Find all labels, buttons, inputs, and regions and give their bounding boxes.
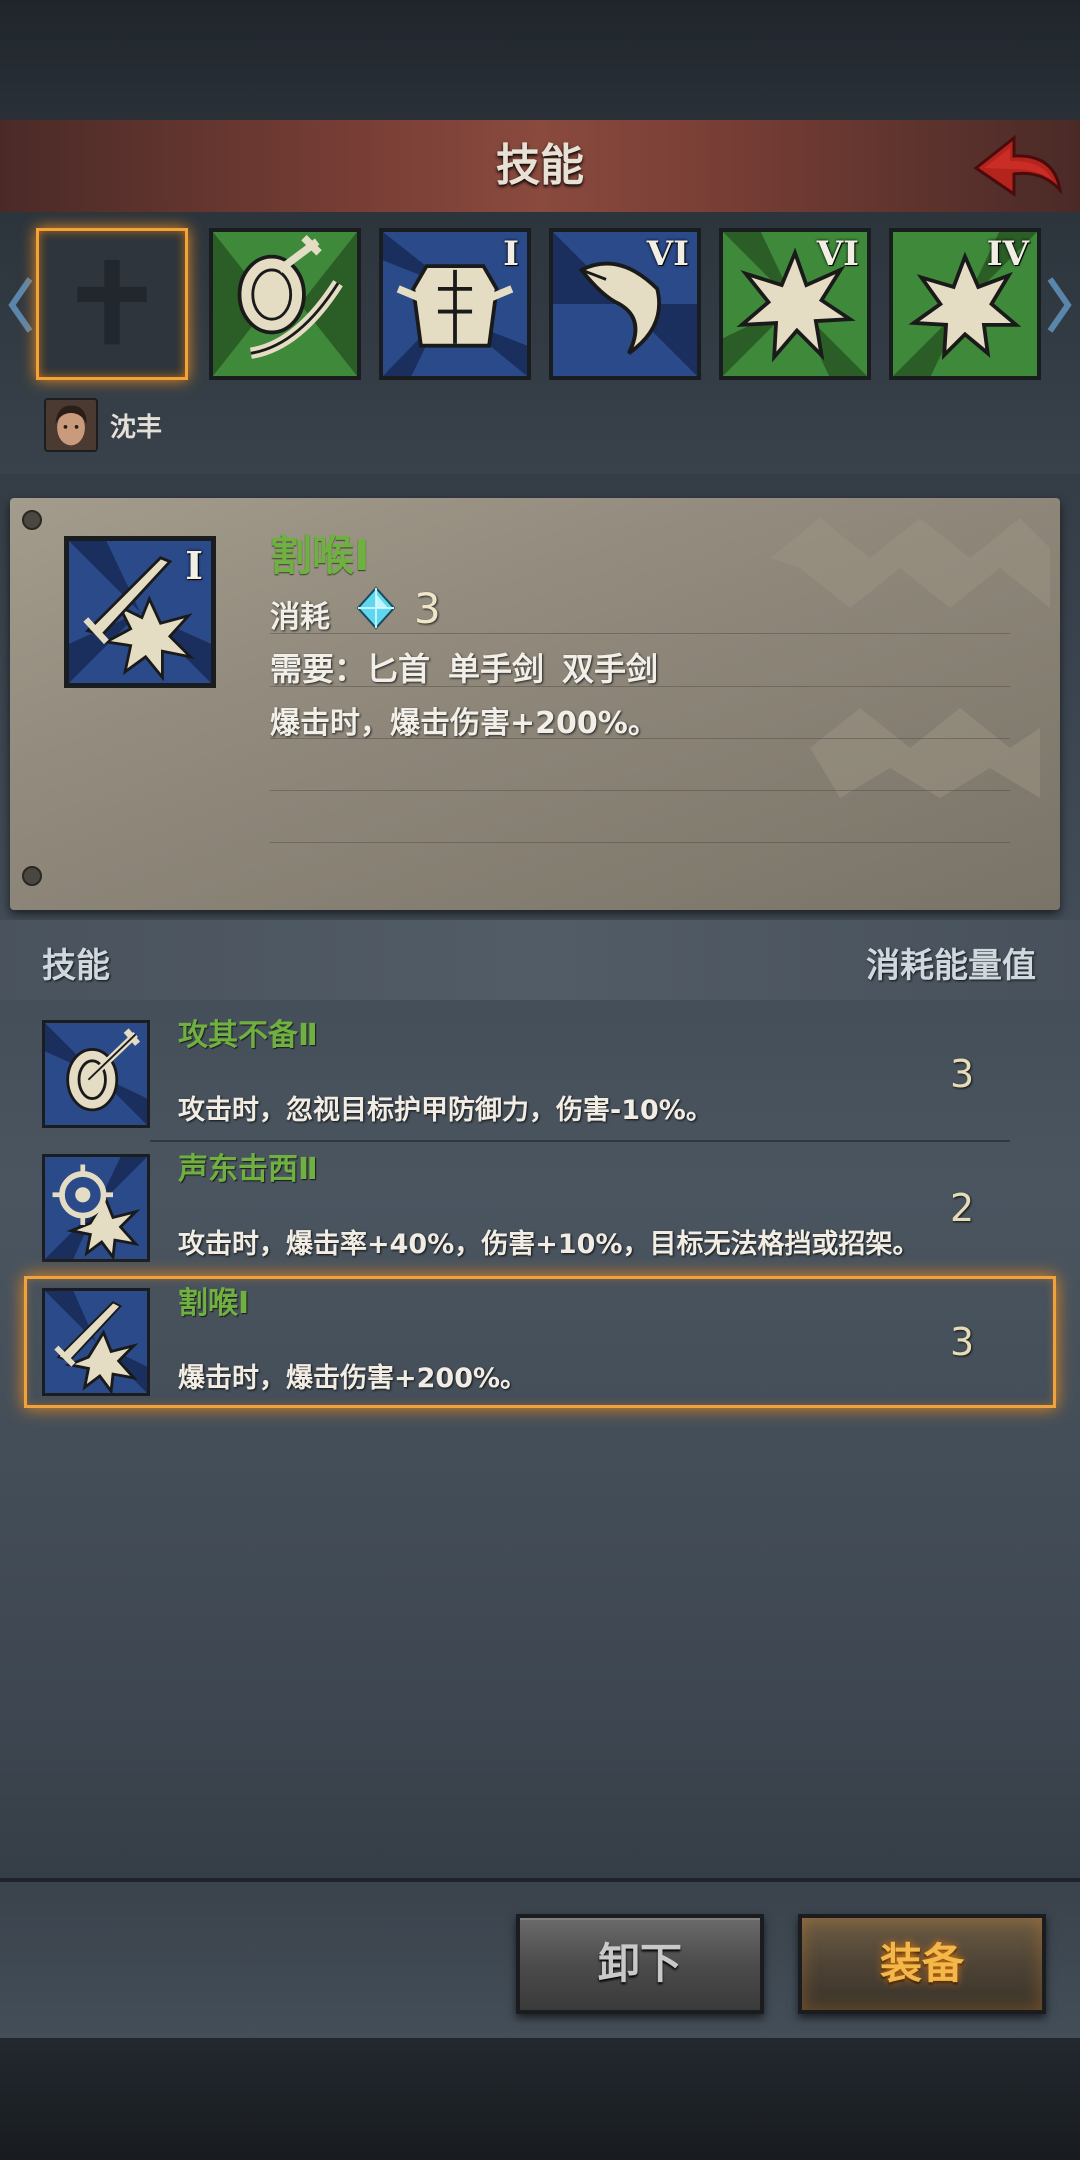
skill-name: 攻其不备Ⅱ <box>178 1018 318 1053</box>
requirement-two-handed-sword: 双手剑 <box>562 650 659 688</box>
skill-cost: 3 <box>950 1052 975 1096</box>
unequip-button[interactable]: 卸下 <box>516 1914 764 2014</box>
skill-slot-4[interactable]: VI <box>719 228 871 380</box>
skill-description: 爆击时，爆击伤害+200%。 <box>178 1363 528 1394</box>
skill-level-numeral: VI <box>816 234 859 274</box>
skill-row-feint[interactable]: 声东击西Ⅱ 攻击时，爆击率+40%，伤害+10%，目标无法格挡或招架。 2 <box>24 1142 1056 1274</box>
detail-skill-name: 割喉Ⅰ <box>270 531 370 580</box>
dagger-burst-icon <box>42 1288 150 1396</box>
skill-name: 声东击西Ⅱ <box>178 1152 318 1187</box>
skill-screen: 技能 I VI VI IV 沈丰 I 割喉Ⅰ 消耗 3 需要：匕首 单手剑 双手… <box>0 0 1080 2160</box>
cost-value: 3 <box>414 584 441 633</box>
skill-cost: 3 <box>950 1320 975 1364</box>
skill-cost: 2 <box>950 1186 975 1230</box>
cross-icon <box>77 259 147 345</box>
status-strip <box>0 0 1080 120</box>
skill-level-numeral: I <box>185 543 203 588</box>
page-title: 技能 <box>496 140 584 191</box>
bottom-strip <box>0 2038 1080 2160</box>
requirement-one-handed-sword: 单手剑 <box>448 650 545 688</box>
detail-skill-icon: I <box>64 536 216 688</box>
avatar <box>44 398 98 452</box>
divider <box>270 633 1010 634</box>
scroll-left-icon[interactable] <box>8 275 34 335</box>
skill-level-numeral: I <box>503 234 519 274</box>
skill-row-cut-throat[interactable]: 割喉Ⅰ 爆击时，爆击伤害+200%。 3 <box>24 1276 1056 1408</box>
column-header-skill: 技能 <box>42 946 110 986</box>
skill-row-ambush[interactable]: 攻其不备Ⅱ 攻击时，忽视目标护甲防御力，伤害-10%。 3 <box>24 1008 1056 1140</box>
shield-sword-icon <box>213 232 357 376</box>
skill-slot-1[interactable] <box>209 228 361 380</box>
column-header-cost: 消耗能量值 <box>866 946 1036 986</box>
skill-name: 割喉Ⅰ <box>178 1286 250 1321</box>
skill-description: 攻击时，忽视目标护甲防御力，伤害-10%。 <box>178 1095 713 1126</box>
back-arrow-icon[interactable] <box>968 128 1068 204</box>
character-name: 沈丰 <box>110 412 163 443</box>
requirement-dagger: 匕首 <box>366 650 431 688</box>
energy-gem-icon <box>354 586 398 630</box>
skill-slot-2[interactable]: I <box>379 228 531 380</box>
skill-slot-5[interactable]: IV <box>889 228 1041 380</box>
cost-label: 消耗 <box>270 600 330 635</box>
header-bar: 技能 <box>0 120 1080 215</box>
crosshair-burst-icon <box>42 1154 150 1262</box>
equip-button[interactable]: 装备 <box>798 1914 1046 2014</box>
skill-description: 攻击时，爆击率+40%，伤害+10%，目标无法格挡或招架。 <box>178 1229 920 1260</box>
divider <box>270 842 1010 843</box>
skill-slot-3[interactable]: VI <box>549 228 701 380</box>
requirement-label: 需要： <box>270 650 367 688</box>
requirement-line: 需要：匕首 单手剑 双手剑 <box>270 644 676 690</box>
skill-slot-empty[interactable] <box>36 228 188 380</box>
detail-description: 爆击时，爆击伤害+200%。 <box>270 706 658 741</box>
divider <box>270 790 1010 791</box>
shield-sword-icon <box>42 1020 150 1128</box>
skill-level-numeral: VI <box>646 234 689 274</box>
skill-level-numeral: IV <box>986 234 1029 274</box>
character-row[interactable]: 沈丰 <box>44 396 162 454</box>
scroll-right-icon[interactable] <box>1046 275 1072 335</box>
